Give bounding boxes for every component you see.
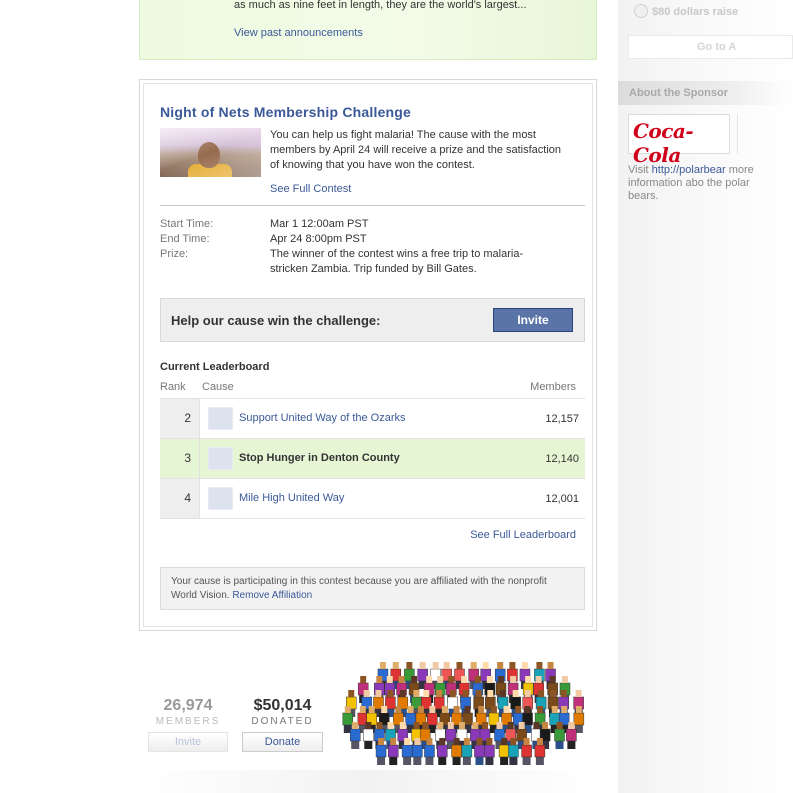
affiliation-notice: Your cause is participating in this cont…	[160, 567, 585, 610]
members-column-header: Members	[530, 381, 576, 393]
sponsor-link[interactable]: http://polarbear	[652, 164, 726, 176]
donate-button[interactable]: Donate	[242, 732, 323, 752]
leaderboard-row-current: 3 Stop Hunger in Denton County 12,140	[160, 439, 585, 479]
cause-thumbnail[interactable]	[208, 407, 233, 430]
affiliation-text: Your cause is participating in this cont…	[171, 576, 547, 601]
sponsor-visit-text: Visit http://polarbear more information …	[628, 164, 778, 203]
sponsor-logo[interactable]: Coca-Cola	[628, 114, 730, 167]
members-count: 12,001	[545, 493, 579, 505]
contest-description: You can help us fight malaria! The cause…	[270, 129, 562, 171]
view-past-announcements-link[interactable]: View past announcements	[234, 27, 363, 39]
help-challenge-bar: Help our cause win the challenge: Invite	[160, 298, 585, 342]
announcement-panel: as much as nine feet in length, they are…	[139, 0, 597, 60]
members-count: 12,140	[545, 453, 579, 465]
leaderboard-row: 4 Mile High United Way 12,001	[160, 479, 585, 519]
right-sidebar: $80 dollars raise Go to A About the Spon…	[618, 0, 793, 793]
about-sponsor-header: About the Sponsor	[618, 81, 793, 105]
start-time-label: Start Time:	[160, 218, 214, 230]
help-challenge-label: Help our cause win the challenge:	[171, 313, 381, 328]
end-time-value: Apr 24 8:00pm PST	[270, 233, 367, 245]
cause-thumbnail[interactable]	[208, 447, 233, 470]
see-full-contest-link[interactable]: See Full Contest	[270, 183, 351, 195]
members-caption: MEMBERS	[155, 716, 221, 727]
contest-title: Night of Nets Membership Challenge	[160, 104, 412, 120]
members-count: 12,157	[545, 413, 579, 425]
rank-column-header: Rank	[160, 381, 186, 393]
prize-value: The winner of the contest wins a free tr…	[270, 248, 524, 275]
members-count-value: 26,974	[163, 697, 213, 714]
go-to-button[interactable]: Go to A	[628, 35, 793, 59]
leaderboard-table: 2 Support United Way of the Ozarks 12,15…	[160, 398, 585, 519]
see-full-leaderboard-link[interactable]: See Full Leaderboard	[470, 529, 576, 541]
donated-amount-value: $50,014	[253, 697, 312, 714]
raised-amount: $80 dollars raise	[634, 4, 738, 18]
remove-affiliation-link[interactable]: Remove Affiliation	[232, 590, 312, 601]
cause-thumbnail[interactable]	[208, 487, 233, 510]
raised-text: $80 dollars raise	[652, 6, 739, 18]
sponsor-secondary-logo	[737, 114, 787, 154]
contest-panel: Night of Nets Membership Challenge You c…	[139, 79, 597, 631]
leaderboard-title: Current Leaderboard	[160, 361, 270, 373]
donated-stat: $50,014 DONATED	[242, 697, 323, 727]
rank-cell: 3	[160, 439, 200, 478]
prize-label: Prize:	[160, 248, 189, 260]
members-invite-button[interactable]: Invite	[148, 732, 228, 752]
cause-name: Stop Hunger in Denton County	[239, 452, 400, 464]
visit-prefix: Visit	[628, 164, 652, 176]
rank-cell: 2	[160, 399, 200, 438]
about-sponsor-title: About the Sponsor	[629, 87, 728, 99]
leaderboard-row: 2 Support United Way of the Ozarks 12,15…	[160, 399, 585, 439]
end-time-label: End Time:	[160, 233, 210, 245]
members-stat: 26,974 MEMBERS	[148, 697, 228, 727]
go-to-label: Go to A	[697, 41, 737, 53]
donated-caption: DONATED	[251, 716, 314, 727]
contest-photo	[160, 128, 261, 177]
coin-icon	[634, 4, 648, 18]
cause-link[interactable]: Support United Way of the Ozarks	[239, 412, 406, 424]
announcement-text: as much as nine feet in length, they are…	[234, 0, 527, 11]
crowd-illustration	[342, 662, 585, 765]
divider	[160, 205, 585, 206]
start-time-value: Mar 1 12:00am PST	[270, 218, 369, 230]
cause-link[interactable]: Mile High United Way	[239, 492, 344, 504]
cause-column-header: Cause	[202, 381, 234, 393]
rank-cell: 4	[160, 479, 200, 518]
invite-button[interactable]: Invite	[493, 308, 573, 332]
sponsor-logo-text: Coca-Cola	[633, 119, 694, 167]
